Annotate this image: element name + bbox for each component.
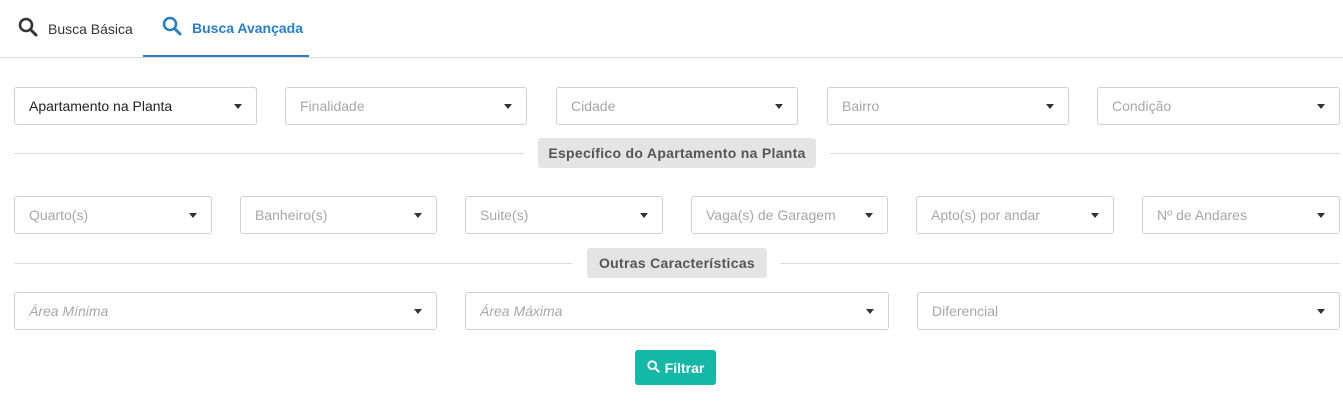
caret-down-icon xyxy=(1091,212,1099,218)
section-label-outras: Outras Características xyxy=(587,248,767,278)
vagas-placeholder: Vaga(s) de Garagem xyxy=(706,207,836,223)
quartos-placeholder: Quarto(s) xyxy=(29,207,89,223)
caret-down-icon xyxy=(640,212,648,218)
tab-busca-avancada[interactable]: Busca Avançada xyxy=(143,0,309,57)
caret-down-icon xyxy=(1046,103,1054,109)
tab-busca-basica[interactable]: Busca Básica xyxy=(18,0,133,57)
aptos-placeholder: Apto(s) por andar xyxy=(931,207,1040,223)
diferencial-select[interactable]: Diferencial xyxy=(917,292,1340,330)
cidade-placeholder: Cidade xyxy=(571,98,616,114)
caret-down-icon xyxy=(1317,212,1325,218)
tipo-select[interactable]: Apartamento na Planta xyxy=(14,87,257,125)
diferencial-placeholder: Diferencial xyxy=(932,303,999,319)
filter-button-label: Filtrar xyxy=(664,359,705,376)
caret-down-icon xyxy=(1317,103,1325,109)
tab-label: Busca Avançada xyxy=(192,19,304,36)
condicao-placeholder: Condição xyxy=(1112,98,1172,114)
caret-down-icon xyxy=(189,212,197,218)
caret-down-icon xyxy=(775,103,783,109)
search-icon xyxy=(18,17,38,40)
vagas-select[interactable]: Vaga(s) de Garagem xyxy=(691,196,888,234)
caret-down-icon xyxy=(866,308,874,314)
area-minima-placeholder: Área Mínima xyxy=(29,303,109,319)
tipo-select-value: Apartamento na Planta xyxy=(29,98,173,114)
tab-label: Busca Básica xyxy=(48,20,133,37)
search-icon xyxy=(647,359,660,376)
bairro-select[interactable]: Bairro xyxy=(827,87,1069,125)
caret-down-icon xyxy=(1317,308,1325,314)
bairro-placeholder: Bairro xyxy=(842,98,880,114)
banheiros-placeholder: Banheiro(s) xyxy=(255,207,328,223)
banheiros-select[interactable]: Banheiro(s) xyxy=(240,196,437,234)
andares-select[interactable]: Nº de Andares xyxy=(1142,196,1340,234)
finalidade-placeholder: Finalidade xyxy=(300,98,365,114)
search-tabs: Busca Básica Busca Avançada xyxy=(0,0,1343,58)
finalidade-select[interactable]: Finalidade xyxy=(285,87,527,125)
caret-down-icon xyxy=(414,212,422,218)
filter-button[interactable]: Filtrar xyxy=(635,350,716,385)
caret-down-icon xyxy=(504,103,512,109)
suites-placeholder: Suite(s) xyxy=(480,207,529,223)
search-icon xyxy=(162,16,182,39)
condicao-select[interactable]: Condição xyxy=(1097,87,1340,125)
caret-down-icon xyxy=(865,212,873,218)
aptos-select[interactable]: Apto(s) por andar xyxy=(916,196,1114,234)
andares-placeholder: Nº de Andares xyxy=(1157,207,1247,223)
quartos-select[interactable]: Quarto(s) xyxy=(14,196,212,234)
caret-down-icon xyxy=(414,308,422,314)
section-label-especifico: Específico do Apartamento na Planta xyxy=(538,138,816,168)
cidade-select[interactable]: Cidade xyxy=(556,87,798,125)
area-maxima-placeholder: Área Máxima xyxy=(480,303,563,319)
area-maxima-select[interactable]: Área Máxima xyxy=(465,292,889,330)
suites-select[interactable]: Suite(s) xyxy=(465,196,663,234)
caret-down-icon xyxy=(234,103,242,109)
area-minima-select[interactable]: Área Mínima xyxy=(14,292,437,330)
